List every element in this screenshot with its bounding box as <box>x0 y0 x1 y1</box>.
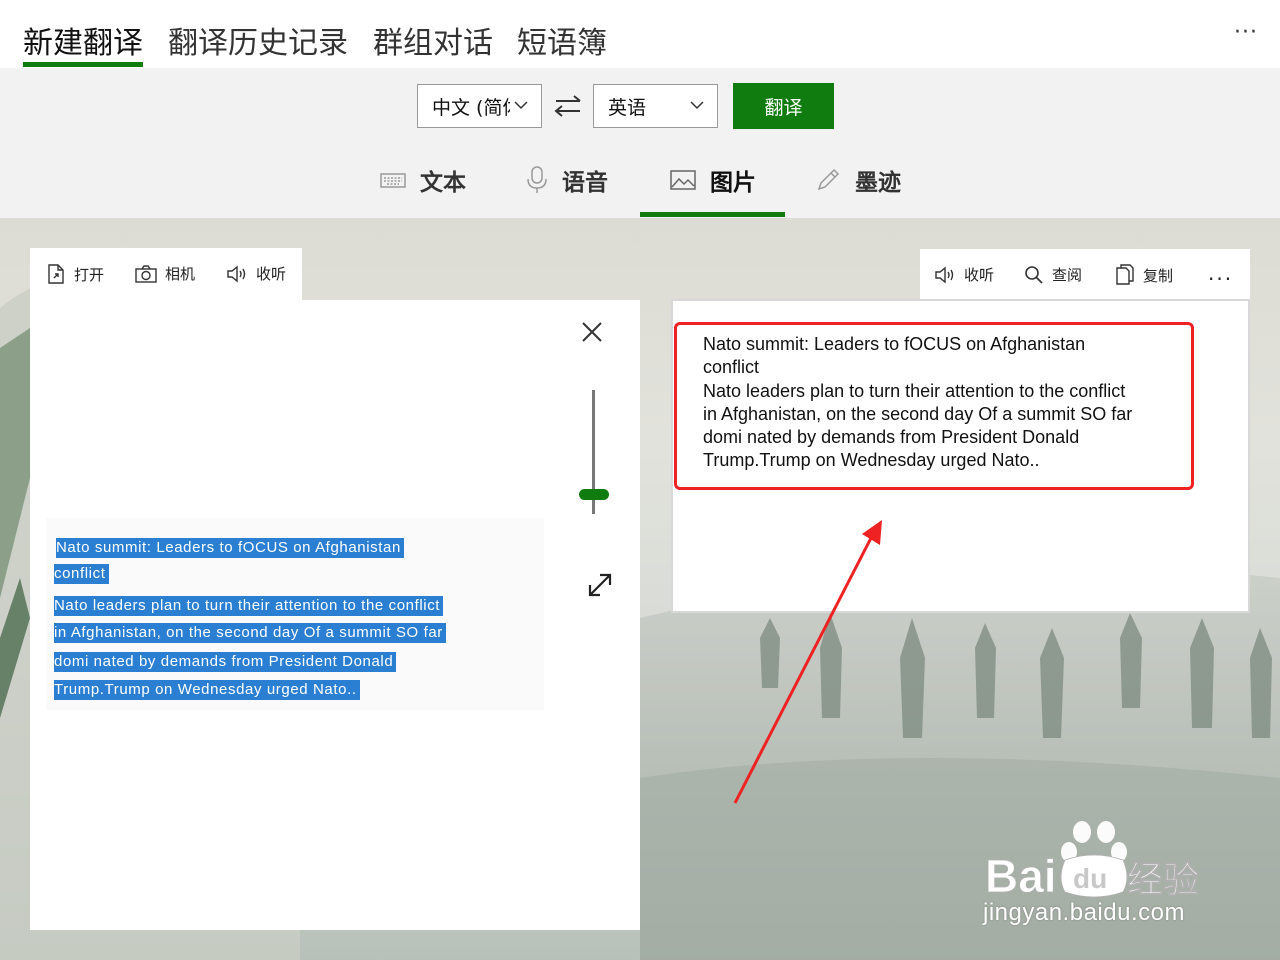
output-more-button[interactable]: ... <box>1208 261 1233 285</box>
expand-icon[interactable] <box>585 570 615 600</box>
keyboard-icon <box>380 173 406 188</box>
camera-button[interactable]: 相机 <box>135 263 195 284</box>
watermark-brand-text: Bai <box>985 850 1057 902</box>
ocr-line[interactable]: Nato summit: Leaders to fOCUS on Afghani… <box>56 538 404 558</box>
chevron-down-icon <box>690 101 704 110</box>
mode-ink-label: 墨迹 <box>855 170 901 196</box>
lookup-button[interactable]: 查阅 <box>1024 264 1082 285</box>
chevron-down-icon <box>514 101 528 110</box>
translation-output-toolbar: 收听 查阅 复制 ... <box>920 249 1250 299</box>
lookup-label: 查阅 <box>1052 266 1083 284</box>
open-file-button[interactable]: 打开 <box>46 263 104 285</box>
ocr-line[interactable]: domi nated by demands from President Don… <box>54 652 397 672</box>
open-file-icon <box>48 264 64 284</box>
image-source-toolbar: 打开 相机 收听 <box>30 248 302 300</box>
ocr-line[interactable]: in Afghanistan, on the second day Of a s… <box>54 623 446 643</box>
active-mode-indicator <box>640 212 785 217</box>
listen-output-button[interactable]: 收听 <box>934 264 994 285</box>
ocr-line[interactable]: conflict <box>54 564 109 584</box>
translation-controls: 中文 (简体 英语 翻译 文本 语音 图片 墨迹 <box>0 68 1280 218</box>
source-photo: Nato summit: Leaders to fOCUS on Afghani… <box>46 518 544 710</box>
svg-text:du: du <box>1073 863 1107 894</box>
image-icon <box>670 170 696 190</box>
microphone-icon <box>527 166 547 193</box>
mode-voice-label: 语音 <box>562 170 608 196</box>
source-language-select[interactable]: 中文 (简体 <box>417 84 542 128</box>
highlight-annotation-box <box>674 322 1194 490</box>
svg-text:经验: 经验 <box>1127 860 1199 901</box>
mode-image[interactable]: 图片 <box>670 160 756 200</box>
zoom-slider-thumb[interactable] <box>579 489 609 500</box>
tab-translation-history[interactable]: 翻译历史记录 <box>168 18 348 62</box>
target-language-value: 英语 <box>608 96 647 119</box>
camera-label: 相机 <box>165 265 196 283</box>
open-file-label: 打开 <box>74 265 105 284</box>
ocr-line[interactable]: Nato leaders plan to turn their attentio… <box>54 596 444 616</box>
mode-image-label: 图片 <box>710 170 756 196</box>
mode-ink[interactable]: 墨迹 <box>815 160 901 200</box>
listen-source-label: 收听 <box>256 265 287 283</box>
ocr-line[interactable]: Trump.Trump on Wednesday urged Nato.. <box>54 680 360 700</box>
copy-label: 复制 <box>1143 266 1174 285</box>
tab-new-translation[interactable]: 新建翻译 <box>23 18 143 62</box>
close-icon[interactable] <box>578 318 606 346</box>
mode-text[interactable]: 文本 <box>380 160 466 200</box>
mode-text-label: 文本 <box>420 170 466 196</box>
watermark-url: jingyan.baidu.com <box>983 899 1185 926</box>
tab-phrasebook[interactable]: 短语簿 <box>517 18 607 62</box>
top-navigation: 新建翻译 翻译历史记录 群组对话 短语簿 ··· <box>0 0 1280 68</box>
source-language-value: 中文 (简体 <box>432 96 510 119</box>
listen-output-label: 收听 <box>964 266 995 284</box>
copy-icon <box>1116 264 1134 285</box>
listen-source-button[interactable]: 收听 <box>226 263 286 284</box>
more-options-button[interactable]: ··· <box>1234 20 1258 45</box>
copy-button[interactable]: 复制 <box>1115 264 1173 286</box>
search-icon <box>1025 265 1043 284</box>
swap-languages-icon[interactable] <box>552 93 584 119</box>
speaker-icon <box>227 265 246 282</box>
mode-voice[interactable]: 语音 <box>526 160 608 200</box>
active-tab-indicator <box>23 62 143 67</box>
target-language-select[interactable]: 英语 <box>593 84 718 128</box>
speaker-icon <box>935 266 954 283</box>
pen-icon <box>817 168 840 191</box>
tab-group-conversation[interactable]: 群组对话 <box>373 18 493 62</box>
camera-icon <box>135 264 157 283</box>
translate-button[interactable]: 翻译 <box>733 83 834 129</box>
